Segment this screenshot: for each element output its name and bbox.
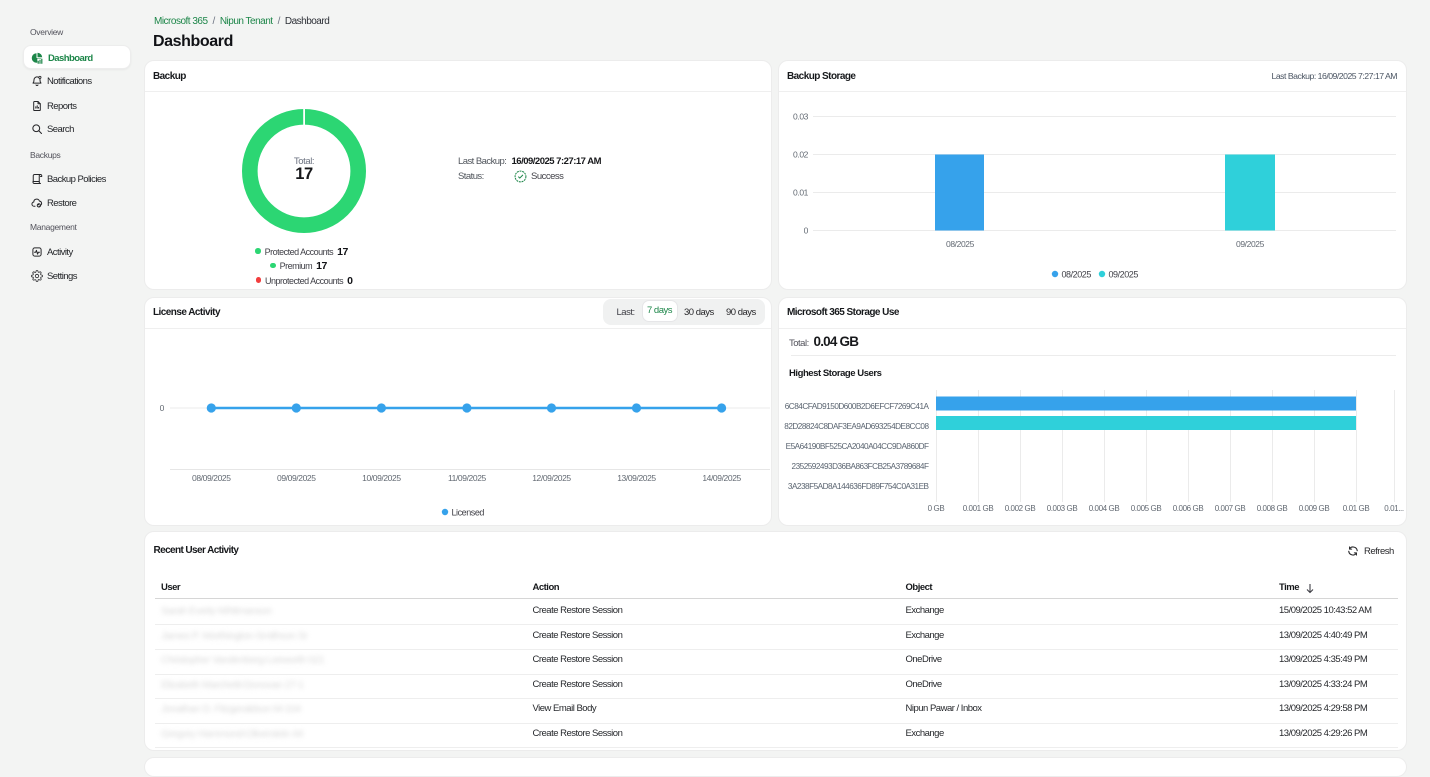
svg-text:0.007 GB: 0.007 GB xyxy=(1215,504,1246,513)
svg-text:11/09/2025: 11/09/2025 xyxy=(448,473,487,483)
svg-text:09/09/2025: 09/09/2025 xyxy=(277,473,316,483)
svg-text:0: 0 xyxy=(160,403,165,413)
svg-text:08/2025: 08/2025 xyxy=(1062,270,1092,280)
svg-text:Licensed: Licensed xyxy=(452,508,485,518)
svg-text:13/09/2025: 13/09/2025 xyxy=(617,473,656,483)
svg-text:0.006 GB: 0.006 GB xyxy=(1173,504,1204,513)
svg-text:0.005 GB: 0.005 GB xyxy=(1131,504,1162,513)
svg-text:0.02: 0.02 xyxy=(793,150,809,160)
svg-text:09/2025: 09/2025 xyxy=(1109,270,1139,280)
svg-text:0.002 GB: 0.002 GB xyxy=(1005,504,1036,513)
svg-text:09/2025: 09/2025 xyxy=(1236,239,1265,249)
svg-text:0.008 GB: 0.008 GB xyxy=(1257,504,1288,513)
svg-text:2352592493D36BA863FCB25A378968: 2352592493D36BA863FCB25A3789684F xyxy=(792,462,929,471)
svg-text:0.03: 0.03 xyxy=(793,112,809,122)
svg-text:08/2025: 08/2025 xyxy=(946,239,975,249)
svg-text:0.01 GB: 0.01 GB xyxy=(1343,504,1370,513)
svg-text:0.004 GB: 0.004 GB xyxy=(1089,504,1120,513)
svg-text:0: 0 xyxy=(804,226,809,236)
svg-text:0.01: 0.01 xyxy=(793,188,809,198)
svg-text:08/09/2025: 08/09/2025 xyxy=(192,473,231,483)
svg-text:3A238F5AD8A144636FD89F754C0A31: 3A238F5AD8A144636FD89F754C0A31EB xyxy=(788,482,930,491)
svg-text:0.01...: 0.01... xyxy=(1384,504,1404,513)
svg-text:0.009 GB: 0.009 GB xyxy=(1299,504,1330,513)
svg-text:14/09/2025: 14/09/2025 xyxy=(702,473,741,483)
svg-text:6C84CFAD9150D600B2D6EFCF7269C4: 6C84CFAD9150D600B2D6EFCF7269C41A xyxy=(785,402,930,411)
svg-text:10/09/2025: 10/09/2025 xyxy=(362,473,401,483)
svg-text:12/09/2025: 12/09/2025 xyxy=(532,473,571,483)
svg-text:0.001 GB: 0.001 GB xyxy=(963,504,994,513)
svg-text:0 GB: 0 GB xyxy=(928,504,945,513)
svg-text:0.003 GB: 0.003 GB xyxy=(1047,504,1078,513)
svg-text:82D28824C8DAF3EA9AD693254DE8CC: 82D28824C8DAF3EA9AD693254DE8CC08 xyxy=(784,422,929,431)
svg-text:E5A64190BF525CA2040A04CC9DA860: E5A64190BF525CA2040A04CC9DA860DF xyxy=(786,442,929,451)
